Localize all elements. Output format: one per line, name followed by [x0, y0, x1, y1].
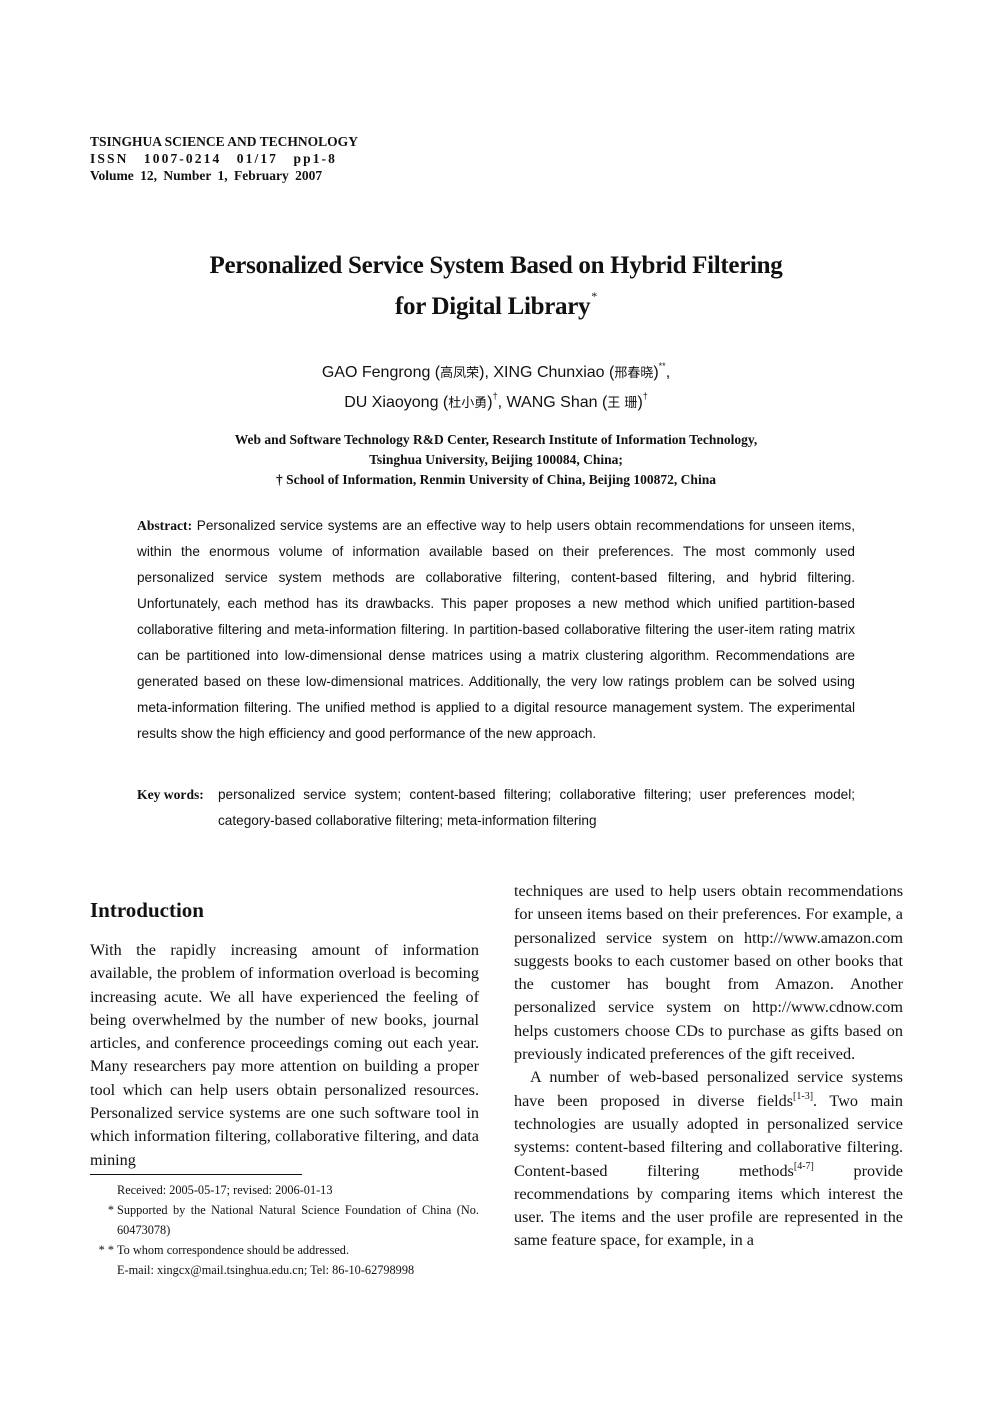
author-line-1: GAO Fengrong (高凤荣), XING Chunxiao (邢春晓)*…	[321, 361, 671, 381]
affiliation-line: † School of Information, Renmin Universi…	[276, 472, 716, 487]
abstract-text: Personalized service systems are an effe…	[137, 518, 855, 741]
footnote-mark: * *	[98, 1243, 114, 1257]
journal-name: TSINGHUA SCIENCE AND TECHNOLOGY	[90, 134, 358, 149]
author-chinese-name: 杜小勇	[448, 396, 488, 411]
title-line-1: Personalized Service System Based on Hyb…	[209, 252, 783, 279]
paper-title: Personalized Service System Based on Hyb…	[0, 250, 992, 322]
author-chinese-name: 邢春晓	[614, 366, 654, 381]
affiliation-line: Web and Software Technology R&D Center, …	[234, 432, 758, 447]
abstract-label: Abstract:	[137, 518, 193, 533]
keywords-text: personalized service system; content-bas…	[218, 787, 855, 828]
footnote-text: To whom correspondence should be address…	[117, 1243, 350, 1257]
title-footnote-mark: *	[591, 289, 597, 303]
journal-issn: ISSN 1007-0214 01/17 pp1-8	[90, 151, 338, 166]
affiliation-line: Tsinghua University, Beijing 100084, Chi…	[369, 452, 623, 467]
author-separator: ,	[665, 364, 671, 381]
author-name: XING Chunxiao	[493, 364, 605, 381]
journal-header: TSINGHUA SCIENCE AND TECHNOLOGY ISSN 100…	[90, 133, 358, 184]
author-chinese-name: 高凤荣	[440, 366, 480, 381]
left-column: Introduction With the rapidly increasing…	[90, 895, 479, 1172]
footnotes: Received: 2005-05-17; revised: 2006-01-1…	[90, 1180, 479, 1280]
affiliations: Web and Software Technology R&D Center, …	[0, 430, 992, 490]
citation-ref: [4-7]	[793, 1160, 814, 1172]
author-mark: **	[658, 361, 666, 371]
author-line-2: DU Xiaoyong (杜小勇)†, WANG Shan (王 珊)†	[344, 391, 648, 411]
footnote-text: Received: 2005-05-17; revised: 2006-01-1…	[117, 1183, 333, 1197]
journal-volume: Volume 12, Number 1, February 2007	[90, 168, 323, 183]
author-chinese-name: 王 珊	[607, 396, 638, 411]
author-list: GAO Fengrong (高凤荣), XING Chunxiao (邢春晓)*…	[0, 355, 992, 415]
section-heading-introduction: Introduction	[90, 898, 204, 922]
author-name: DU Xiaoyong	[344, 394, 439, 411]
body-paragraph: With the rapidly increasing amount of in…	[90, 941, 479, 1169]
title-line-2-text: for Digital Library	[395, 293, 591, 320]
author-separator: ,	[497, 394, 507, 411]
keywords-label: Key words:	[137, 787, 204, 802]
footnote: * * To whom correspondence should be add…	[90, 1240, 479, 1260]
footnote-text: E-mail: xingcx@mail.tsinghua.edu.cn; Tel…	[117, 1263, 415, 1277]
author-name: GAO Fengrong	[321, 364, 431, 381]
footnote: E-mail: xingcx@mail.tsinghua.edu.cn; Tel…	[90, 1260, 479, 1280]
author-mark: †	[642, 391, 648, 401]
right-column: techniques are used to help users obtain…	[514, 880, 903, 1253]
footnote-text: Supported by the National Natural Scienc…	[117, 1203, 479, 1237]
body-paragraph: techniques are used to help users obtain…	[514, 882, 903, 1064]
footnote: Received: 2005-05-17; revised: 2006-01-1…	[90, 1180, 479, 1200]
footnote-mark	[90, 1260, 117, 1280]
footnote-divider	[90, 1174, 302, 1175]
keywords: Key words: personalized service system; …	[137, 782, 855, 834]
footnote: * Supported by the National Natural Scie…	[90, 1200, 479, 1240]
footnote-mark	[90, 1180, 117, 1200]
body-paragraph: A number of web-based personalized servi…	[514, 1066, 903, 1252]
footnote-mark: *	[107, 1203, 114, 1217]
abstract: Abstract: Personalized service systems a…	[137, 513, 855, 747]
author-name: WANG Shan	[506, 394, 598, 411]
citation-ref: [1-3]	[793, 1090, 814, 1102]
title-line-2: for Digital Library*	[0, 281, 992, 322]
